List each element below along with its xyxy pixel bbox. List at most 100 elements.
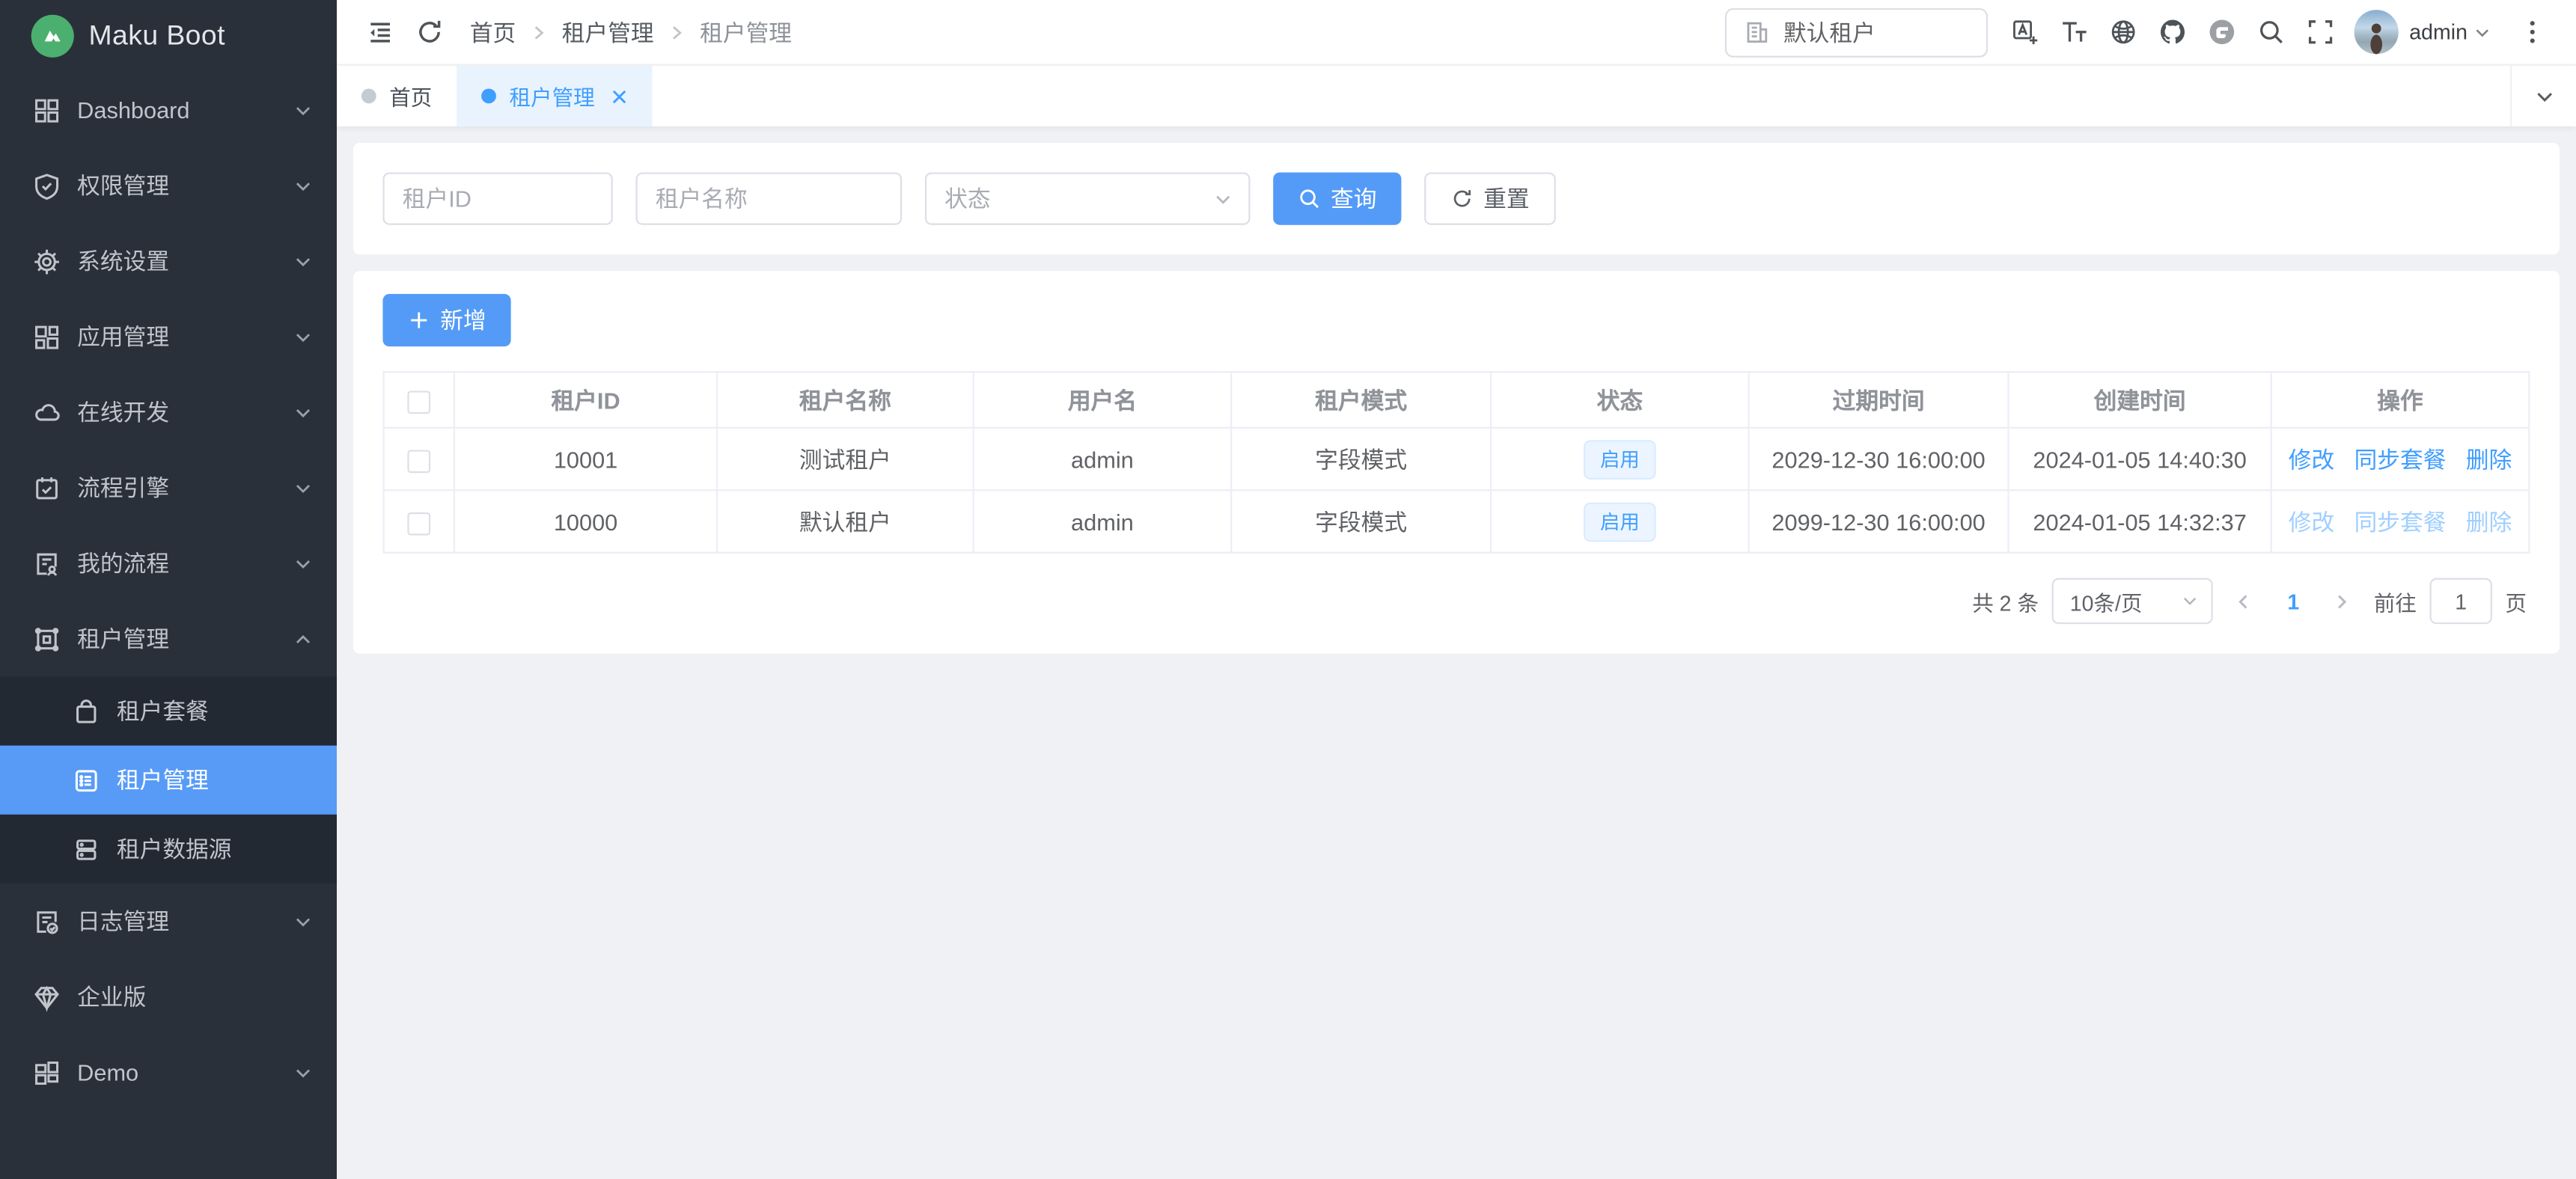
document-check-icon: [33, 907, 61, 935]
sidebar-item-label: 应用管理: [77, 320, 278, 353]
edit-link[interactable]: 修改: [2289, 446, 2334, 472]
row-checkbox[interactable]: [407, 450, 430, 473]
sidebar-item-online-dev[interactable]: 在线开发: [0, 374, 337, 450]
more-options-button[interactable]: [2507, 7, 2557, 57]
refresh-button[interactable]: [404, 7, 454, 57]
query-button[interactable]: 查询: [1273, 172, 1401, 224]
cell-created: 2024-01-05 14:32:37: [2009, 490, 2271, 552]
delete-link[interactable]: 删除: [2466, 446, 2512, 472]
chevron-down-icon: [294, 479, 312, 497]
sidebar-item-process-engine[interactable]: 流程引擎: [0, 450, 337, 525]
cell-actions: 修改同步套餐删除: [2271, 428, 2530, 490]
cell-username: admin: [974, 490, 1232, 552]
cell-expire: 2099-12-30 16:00:00: [1749, 490, 2009, 552]
sidebar-item-label: Demo: [77, 1059, 278, 1085]
page-unit-label: 页: [2505, 586, 2527, 617]
language-globe-button[interactable]: [2099, 7, 2148, 57]
calendar-check-icon: [33, 474, 61, 501]
status-badge: 启用: [1584, 439, 1656, 479]
user-menu[interactable]: admin: [2409, 19, 2490, 44]
status-badge: 启用: [1584, 502, 1656, 542]
sync-package-link: 同步套餐: [2354, 508, 2447, 534]
sidebar-item-my-process[interactable]: 我的流程: [0, 525, 337, 601]
reset-button[interactable]: 重置: [1424, 172, 1556, 224]
sidebar-item-log-management[interactable]: 日志管理: [0, 884, 337, 959]
font-size-button[interactable]: [2050, 7, 2099, 57]
prev-page-button[interactable]: [2226, 578, 2262, 624]
sidebar-subitem-label: 租户管理: [117, 764, 209, 797]
sidebar-subitem-tenant-package[interactable]: 租户套餐: [0, 676, 337, 745]
topbar: 首页 租户管理 租户管理 默认租户: [337, 0, 2576, 66]
sidebar-collapse-button[interactable]: [355, 7, 404, 57]
tenant-id-input[interactable]: [382, 172, 612, 224]
select-all-checkbox[interactable]: [407, 391, 430, 414]
edit-link: 修改: [2289, 508, 2334, 534]
column-header-tenant-name: 租户名称: [717, 372, 973, 428]
tenant-icon: [33, 625, 61, 652]
fullscreen-button[interactable]: [2296, 7, 2345, 57]
chevron-down-icon: [294, 554, 312, 572]
tab-home[interactable]: 首页: [337, 66, 457, 126]
chevron-down-icon: [294, 252, 312, 270]
sidebar-subitem-tenant-datasource[interactable]: 租户数据源: [0, 815, 337, 884]
fullscreen-icon: [2307, 18, 2334, 46]
breadcrumb-current: 租户管理: [700, 16, 792, 49]
list-square-icon: [73, 766, 100, 794]
search-form: 状态 查询 重置: [353, 143, 2560, 254]
cloud-icon: [33, 398, 61, 426]
breadcrumb: 首页 租户管理 租户管理: [470, 16, 792, 49]
chevron-down-icon: [2182, 592, 2198, 609]
breadcrumb-separator-icon: [668, 24, 685, 40]
page-number[interactable]: 1: [2275, 589, 2311, 613]
sidebar-item-dashboard[interactable]: Dashboard: [0, 73, 337, 148]
sidebar-subitem-label: 租户数据源: [117, 833, 232, 866]
tenant-submenu: 租户套餐 租户管理 租户数据源: [0, 676, 337, 884]
tab-overflow-button[interactable]: [2510, 66, 2576, 126]
github-button[interactable]: [2148, 7, 2197, 57]
tab-tenant-management[interactable]: 租户管理: [457, 66, 652, 126]
refresh-icon: [415, 18, 442, 46]
add-button[interactable]: 新增: [382, 294, 510, 346]
row-checkbox[interactable]: [407, 512, 430, 535]
pagination-total: 共 2 条: [1972, 586, 2039, 617]
translate-button[interactable]: [2000, 7, 2050, 57]
search-button[interactable]: [2247, 7, 2296, 57]
close-icon: [611, 88, 628, 104]
user-avatar[interactable]: [2354, 10, 2398, 54]
sidebar-item-permissions[interactable]: 权限管理: [0, 148, 337, 224]
next-page-button[interactable]: [2325, 578, 2360, 624]
select-all-cell: [384, 372, 454, 428]
tenant-name-input[interactable]: [636, 172, 903, 224]
chevron-down-icon: [2534, 86, 2554, 105]
goto-label: 前往: [2374, 586, 2417, 617]
sidebar-item-demo[interactable]: Demo: [0, 1035, 337, 1110]
gear-icon: [33, 247, 61, 275]
goto-page-input[interactable]: [2430, 578, 2492, 624]
page-size-select[interactable]: 10条/页: [2052, 578, 2213, 624]
sidebar-item-tenant-management[interactable]: 租户管理: [0, 601, 337, 676]
app-logo: Maku Boot: [0, 0, 337, 73]
sidebar-subitem-tenant-management[interactable]: 租户管理: [0, 746, 337, 815]
sidebar-item-label: 系统设置: [77, 245, 278, 278]
gitee-button[interactable]: [2197, 7, 2247, 57]
breadcrumb-home[interactable]: 首页: [470, 16, 516, 49]
sync-package-link[interactable]: 同步套餐: [2354, 446, 2447, 472]
breadcrumb-section[interactable]: 租户管理: [562, 16, 654, 49]
sidebar-item-app-management[interactable]: 应用管理: [0, 299, 337, 375]
table-row: 10000 默认租户 admin 字段模式 启用 2099-12-30 16:0…: [384, 490, 2530, 552]
reset-button-label: 重置: [1483, 183, 1529, 215]
pagination: 共 2 条 10条/页 1 前往 页: [382, 554, 2530, 634]
status-select[interactable]: 状态: [925, 172, 1251, 224]
sidebar-item-enterprise[interactable]: 企业版: [0, 959, 337, 1035]
chevron-down-icon: [1214, 190, 1232, 208]
status-select-placeholder: 状态: [944, 183, 990, 215]
document-user-icon: [33, 549, 61, 577]
tab-label: 租户管理: [510, 81, 595, 112]
sidebar-item-label: 流程引擎: [77, 471, 278, 504]
sidebar-item-system-settings[interactable]: 系统设置: [0, 224, 337, 299]
tab-dot-icon: [481, 89, 496, 104]
sidebar: Maku Boot Dashboard 权限管理 系统设置 应用管理: [0, 0, 337, 1179]
tenant-select[interactable]: 默认租户: [1724, 7, 1987, 57]
close-tab-button[interactable]: [611, 88, 628, 104]
cell-status: 启用: [1491, 490, 1749, 552]
